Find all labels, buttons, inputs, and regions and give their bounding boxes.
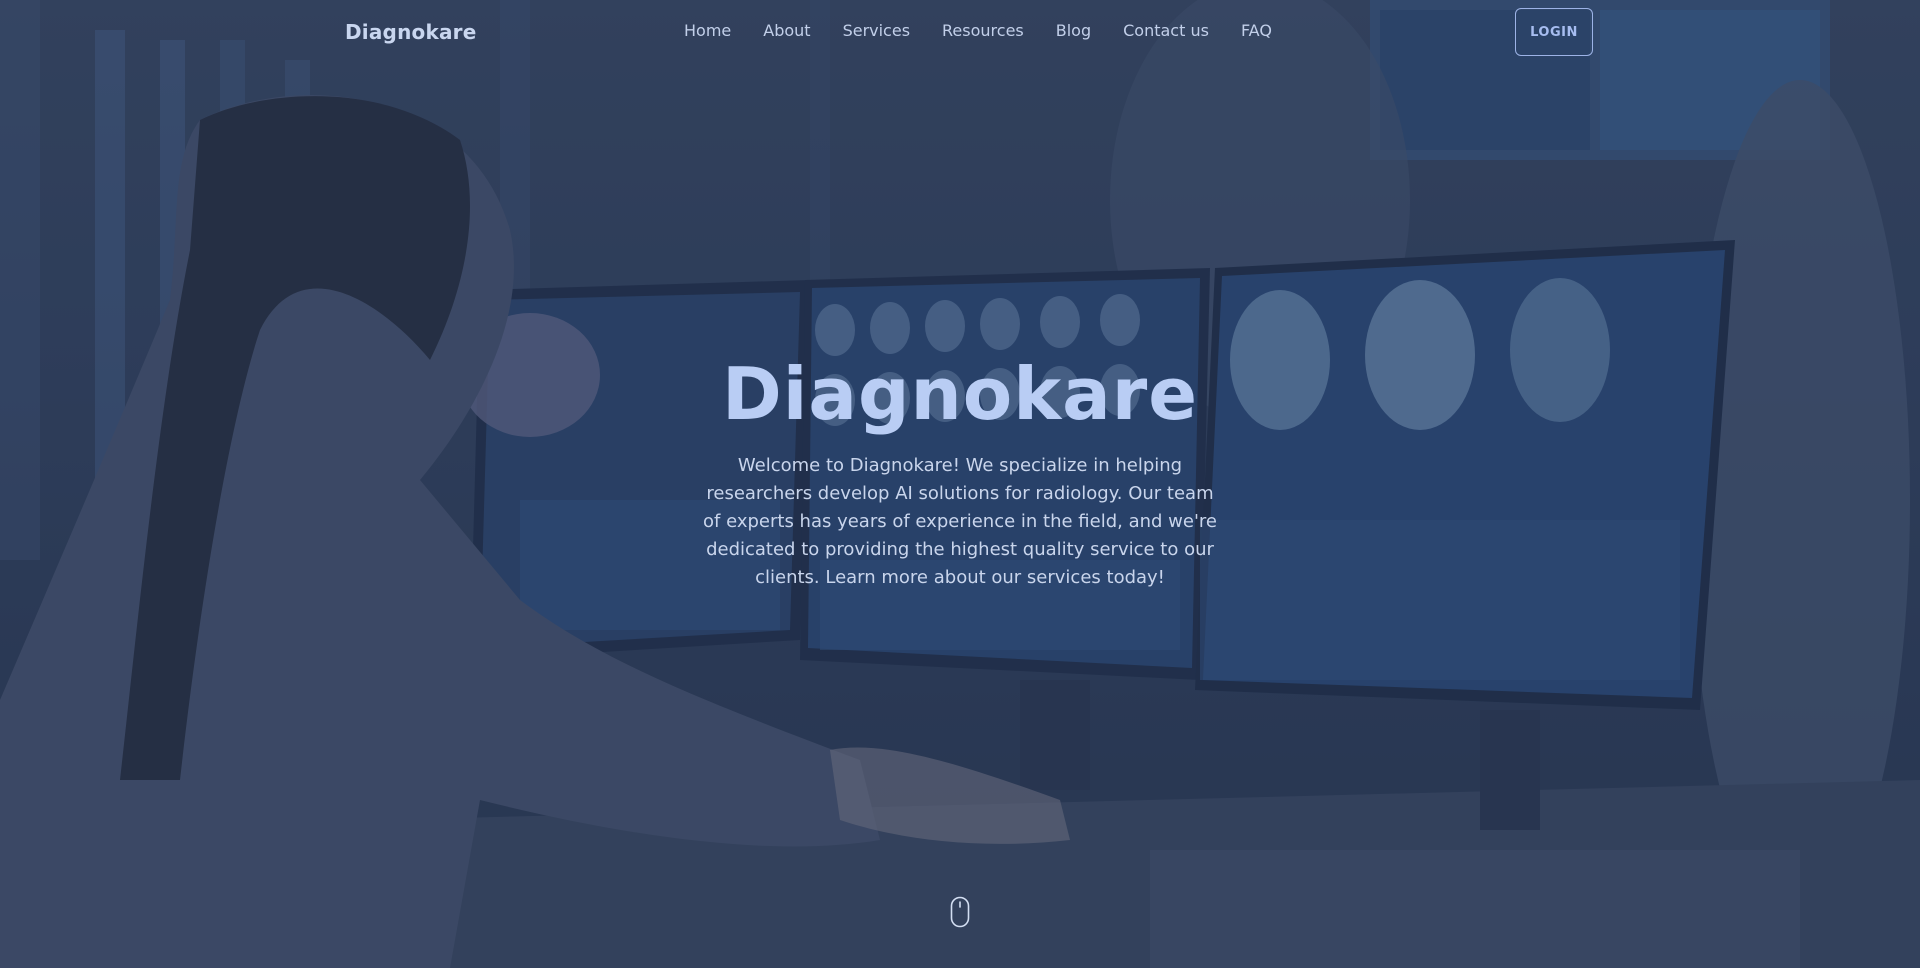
hero-description: Welcome to Diagnokare! We specialize in … [703, 455, 1217, 588]
nav-link-resources[interactable]: Resources [942, 21, 1024, 40]
hero-section: Diagnokare Home About Services Resources… [0, 0, 1920, 968]
nav-link-about[interactable]: About [763, 21, 810, 40]
nav-link-faq[interactable]: FAQ [1241, 21, 1272, 40]
nav-links: Home About Services Resources Blog Conta… [684, 21, 1304, 40]
nav-link-blog[interactable]: Blog [1056, 21, 1091, 40]
hero-title: Diagnokare [721, 352, 1199, 436]
login-button[interactable]: LOGIN [1515, 8, 1593, 56]
nav-link-home[interactable]: Home [684, 21, 731, 40]
nav-link-services[interactable]: Services [843, 21, 910, 40]
brand-logo[interactable]: Diagnokare [345, 20, 476, 44]
mouse-scroll-icon[interactable] [950, 896, 970, 928]
top-navbar: Diagnokare Home About Services Resources… [0, 0, 1920, 64]
nav-link-contact[interactable]: Contact us [1123, 21, 1209, 40]
